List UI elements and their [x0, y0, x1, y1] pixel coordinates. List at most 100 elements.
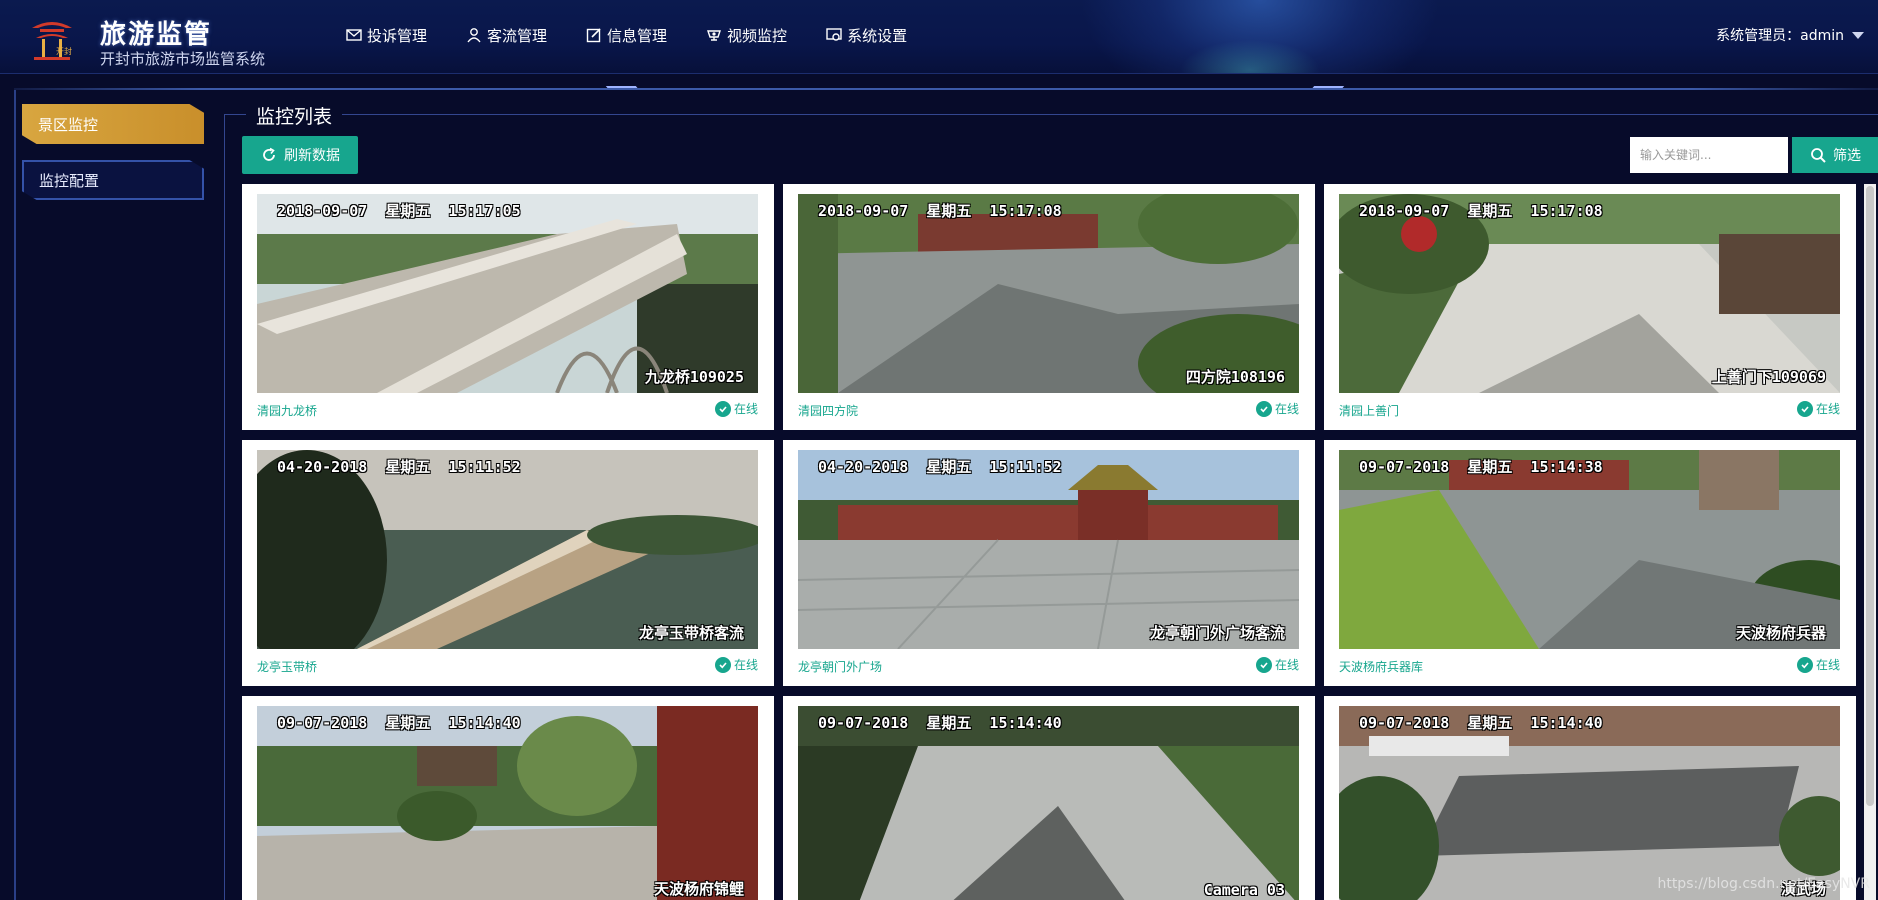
settings-icon	[826, 28, 842, 41]
feed-timestamp: 09-07-2018 星期五 15:14:38	[1359, 458, 1603, 476]
check-icon	[1796, 656, 1813, 673]
camera-feed[interactable]: 2018-09-07 星期五 15:17:05 九龙桥109025	[257, 194, 758, 393]
vertical-scrollbar[interactable]	[1864, 184, 1876, 900]
nav-visitor-flow-label: 客流管理	[487, 26, 548, 45]
page-title: 监控列表	[246, 102, 343, 129]
watermark: https://blog.csdn.net/EasyNVR	[1657, 876, 1870, 892]
frame-notch-right	[1305, 86, 1345, 96]
nav-settings-label: 系统设置	[847, 26, 908, 45]
scrollbar-thumb[interactable]	[1866, 186, 1874, 806]
check-icon	[1796, 400, 1813, 417]
camera-feed[interactable]: 04-20-2018 星期五 15:11:52 龙亭玉带桥客流	[257, 450, 758, 649]
frame-left-border	[14, 90, 16, 900]
check-icon	[1255, 656, 1272, 673]
camera-snapshot	[257, 194, 758, 393]
app-title: 旅游监管	[100, 20, 213, 50]
feed-timestamp: 09-07-2018 星期五 15:14:40	[818, 714, 1062, 732]
camera-name: 清园上善门	[1339, 404, 1400, 418]
nav-info-label: 信息管理	[607, 26, 668, 45]
status-text: 在线	[1815, 658, 1840, 672]
nav-video[interactable]: 视频监控	[705, 22, 787, 48]
user-menu[interactable]: 系统管理员：admin	[1716, 25, 1864, 45]
filter-button[interactable]: 筛选	[1792, 137, 1878, 173]
camera-card[interactable]: 2018-09-07 星期五 15:17:05 九龙桥109025 清园九龙桥 …	[242, 184, 774, 430]
camera-name: 清园四方院	[798, 404, 859, 418]
nav-info[interactable]: 信息管理	[585, 22, 667, 48]
camera-icon	[707, 30, 722, 41]
camera-card[interactable]: 04-20-2018 星期五 15:11:52 龙亭朝门外广场客流 龙亭朝门外广…	[783, 440, 1315, 686]
user-icon	[467, 28, 481, 43]
chevron-down-icon	[1852, 31, 1864, 39]
app-logo[interactable]: 开封 旅游监管 开封市旅游市场监管系统	[26, 12, 296, 68]
camera-card[interactable]: 2018-09-07 星期五 15:17:08 上善门下109069 清园上善门…	[1324, 184, 1856, 430]
camera-feed[interactable]: 2018-09-07 星期五 15:17:08 上善门下109069	[1339, 194, 1840, 393]
feed-label: 龙亭玉带桥客流	[638, 624, 744, 642]
feed-label: Camera 03	[1203, 881, 1285, 899]
nav-video-label: 视频监控	[727, 26, 788, 45]
camera-card[interactable]: 2018-09-07 星期五 15:17:08 四方院108196 清园四方院 …	[783, 184, 1315, 430]
frame-top-border	[14, 88, 1878, 90]
status-badge: 在线	[714, 656, 758, 673]
camera-feed[interactable]: 04-20-2018 星期五 15:11:52 龙亭朝门外广场客流	[798, 450, 1299, 649]
nav-visitor-flow[interactable]: 客流管理	[465, 22, 547, 48]
sidebar-item-label: 景区监控	[38, 115, 99, 134]
filter-button-label: 筛选	[1833, 148, 1861, 164]
complaint-icon	[346, 29, 362, 41]
sidebar-item-monitor-config[interactable]: 监控配置	[22, 160, 204, 200]
camera-feed[interactable]: 09-07-2018 星期五 15:14:40 演武场	[1339, 706, 1840, 900]
feed-label: 天波杨府兵器	[1735, 624, 1826, 642]
feed-timestamp: 2018-09-07 星期五 15:17:08	[818, 202, 1062, 220]
refresh-button-label: 刷新数据	[284, 148, 340, 164]
sidebar-item-scenic-monitor[interactable]: 景区监控	[22, 104, 204, 144]
camera-snapshot	[257, 450, 758, 649]
app-subtitle: 开封市旅游市场监管系统	[100, 50, 266, 68]
camera-snapshot	[257, 706, 758, 900]
svg-text:开封: 开封	[56, 46, 72, 56]
feed-timestamp: 2018-09-07 星期五 15:17:08	[1359, 202, 1603, 220]
camera-feed[interactable]: 09-07-2018 星期五 15:14:38 天波杨府兵器	[1339, 450, 1840, 649]
status-text: 在线	[1815, 402, 1840, 416]
feed-timestamp: 2018-09-07 星期五 15:17:05	[277, 202, 521, 220]
status-badge: 在线	[1255, 656, 1299, 673]
feed-label: 天波杨府锦鲤	[653, 880, 744, 898]
camera-feed[interactable]: 09-07-2018 星期五 15:14:40 天波杨府锦鲤	[257, 706, 758, 900]
status-badge: 在线	[1796, 400, 1840, 417]
camera-card[interactable]: 09-07-2018 星期五 15:14:40 Camera 03	[783, 696, 1315, 900]
search-input[interactable]	[1630, 137, 1788, 173]
camera-name: 龙亭朝门外广场	[798, 660, 883, 674]
camera-feed[interactable]: 2018-09-07 星期五 15:17:08 四方院108196	[798, 194, 1299, 393]
camera-snapshot	[1339, 194, 1840, 393]
camera-card[interactable]: 09-07-2018 星期五 15:14:40 演武场	[1324, 696, 1856, 900]
feed-timestamp: 04-20-2018 星期五 15:11:52	[818, 458, 1062, 476]
main-nav: 投诉管理 客流管理 信息管理 视频监控 系统设置	[345, 22, 945, 48]
sidebar-item-label: 监控配置	[39, 171, 100, 190]
camera-card[interactable]: 09-07-2018 星期五 15:14:40 天波杨府锦鲤	[242, 696, 774, 900]
top-header: 开封 旅游监管 开封市旅游市场监管系统 投诉管理 客流管理 信息管理 视频监控 …	[0, 0, 1878, 74]
camera-card[interactable]: 04-20-2018 星期五 15:11:52 龙亭玉带桥客流 龙亭玉带桥 在线	[242, 440, 774, 686]
refresh-button[interactable]: 刷新数据	[242, 136, 358, 174]
nav-complaint[interactable]: 投诉管理	[345, 22, 427, 48]
camera-feed[interactable]: 09-07-2018 星期五 15:14:40 Camera 03	[798, 706, 1299, 900]
sidebar: 景区监控 监控配置	[22, 104, 204, 216]
pagoda-logo-icon: 开封	[32, 22, 72, 60]
camera-name: 清园九龙桥	[257, 404, 318, 418]
status-text: 在线	[733, 402, 758, 416]
check-icon	[714, 400, 731, 417]
camera-snapshot	[798, 706, 1299, 900]
status-badge: 在线	[1255, 400, 1299, 417]
camera-card[interactable]: 09-07-2018 星期五 15:14:38 天波杨府兵器 天波杨府兵器库 在…	[1324, 440, 1856, 686]
check-icon	[1255, 400, 1272, 417]
refresh-icon	[263, 147, 275, 161]
feed-label: 龙亭朝门外广场客流	[1149, 624, 1285, 642]
nav-complaint-label: 投诉管理	[367, 26, 428, 45]
status-badge: 在线	[714, 400, 758, 417]
feed-label: 九龙桥109025	[644, 368, 744, 386]
feed-timestamp: 09-07-2018 星期五 15:14:40	[1359, 714, 1603, 732]
camera-snapshot	[1339, 706, 1840, 900]
feed-timestamp: 04-20-2018 星期五 15:11:52	[277, 458, 521, 476]
nav-settings[interactable]: 系统设置	[825, 22, 907, 48]
feed-timestamp: 09-07-2018 星期五 15:14:40	[277, 714, 521, 732]
camera-snapshot	[1339, 450, 1840, 649]
status-badge: 在线	[1796, 656, 1840, 673]
camera-name: 天波杨府兵器库	[1339, 660, 1424, 674]
